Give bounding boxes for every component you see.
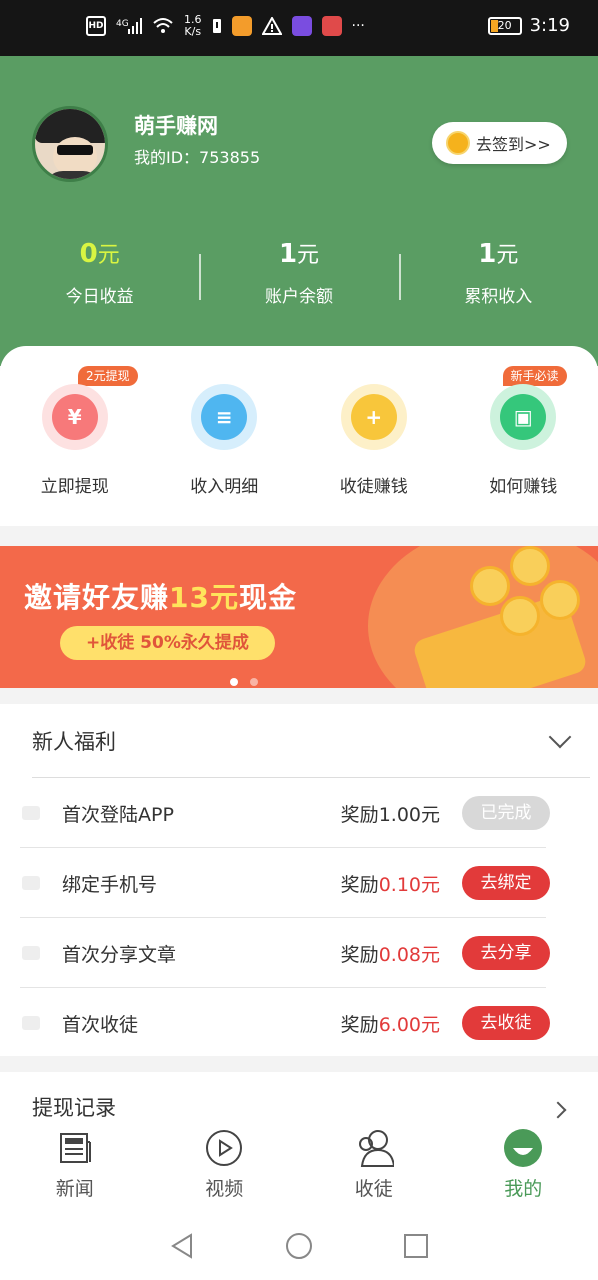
status-bar: HD 4G 1.6 K/s ··· 20 3:19 [0, 0, 598, 56]
chevron-down-icon[interactable] [548, 725, 572, 748]
stat-today-earnings[interactable]: 0元 今日收益 [0, 236, 199, 307]
stat-total-income[interactable]: 1元 累积收入 [398, 236, 598, 307]
invite-banner[interactable]: 邀请好友赚13元现金 +收徒 50%永久提成 [0, 546, 598, 688]
network-speed: 1.6 K/s [184, 13, 202, 38]
document-icon: ≡ [191, 384, 258, 450]
username: 萌手赚网 [134, 114, 218, 138]
tab-mine[interactable]: 我的 [449, 1120, 598, 1212]
back-icon[interactable] [169, 1232, 195, 1260]
task-row: 首次收徒 奖励6.00元 去收徒 [20, 988, 550, 1058]
banner-title: 邀请好友赚13元现金 [24, 581, 297, 614]
clock: 3:19 [529, 15, 570, 36]
svg-text:4G: 4G [116, 19, 129, 29]
tab-recruit[interactable]: 收徒 [299, 1120, 449, 1212]
more-notifications-icon: ··· [351, 18, 365, 34]
users-icon [354, 1128, 394, 1168]
bottom-tab-bar: 新闻 视频 收徒 我的 [0, 1120, 598, 1212]
home-icon[interactable] [285, 1232, 313, 1260]
yen-icon: ¥ [41, 384, 108, 450]
app-notification-icon [231, 16, 252, 36]
shortcut-income-detail[interactable]: ≡ 收入明细 [150, 346, 300, 526]
shortcut-recruit[interactable]: + 收徒赚钱 [299, 346, 449, 526]
bullet-icon [22, 876, 40, 890]
signin-button[interactable]: 去签到>> [432, 122, 567, 164]
share-button[interactable]: 去分享 [462, 936, 550, 970]
task-row: 首次分享文章 奖励0.08元 去分享 [20, 918, 550, 988]
bullet-icon [22, 946, 40, 960]
user-id: 我的ID：753855 [134, 148, 261, 167]
tab-video[interactable]: 视频 [150, 1120, 300, 1212]
newspaper-icon [55, 1128, 95, 1168]
carousel-dot[interactable] [230, 678, 238, 686]
sim-alert-icon [212, 19, 221, 33]
stat-account-balance[interactable]: 1元 账户余额 [199, 236, 398, 307]
signin-label: 去签到>> [476, 135, 551, 154]
stats-row: 0元 今日收益 1元 账户余额 1元 累积收入 [0, 236, 598, 307]
banner-pill: +收徒 50%永久提成 [60, 626, 275, 660]
coin-illustration [500, 596, 540, 636]
withdraw-badge: 2元提现 [78, 366, 138, 386]
smile-icon [503, 1128, 543, 1168]
coin-illustration [470, 566, 510, 606]
wifi-icon [153, 18, 173, 33]
shortcut-withdraw[interactable]: 2元提现 ¥ 立即提现 [0, 346, 150, 526]
bullet-icon [22, 1016, 40, 1030]
bind-phone-button[interactable]: 去绑定 [462, 866, 550, 900]
carousel-dot[interactable] [250, 678, 258, 686]
recruit-button[interactable]: 去收徒 [462, 1006, 550, 1040]
coin-icon [446, 131, 470, 155]
bullet-icon [22, 806, 40, 820]
withdraw-record-title: 提现记录 [32, 1096, 116, 1120]
warning-icon [261, 17, 282, 35]
newbie-welfare-section: 新人福利 首次登陆APP 奖励1.00元 已完成 绑定手机号 奖励0.10元 去… [0, 704, 598, 1056]
shortcut-grid: 2元提现 ¥ 立即提现 ≡ 收入明细 + 收徒赚钱 新手必读 ▣ 如何赚钱 [0, 346, 598, 526]
task-row: 首次登陆APP 奖励1.00元 已完成 [20, 778, 550, 848]
recents-icon[interactable] [403, 1233, 429, 1259]
play-circle-icon [204, 1128, 244, 1168]
hd-icon: HD [86, 16, 106, 36]
coin-illustration [540, 580, 580, 620]
welfare-header[interactable]: 新人福利 [32, 704, 590, 778]
task-completed-button: 已完成 [462, 796, 550, 830]
task-row: 绑定手机号 奖励0.10元 去绑定 [20, 848, 550, 918]
shortcut-how-to-earn[interactable]: 新手必读 ▣ 如何赚钱 [449, 346, 598, 526]
signal-icon: 4G [116, 18, 142, 34]
newbie-badge: 新手必读 [502, 366, 567, 386]
system-nav-bar [0, 1212, 598, 1280]
avatar[interactable] [32, 106, 108, 182]
app-notification-icon [321, 16, 342, 36]
profile-header [0, 56, 598, 366]
coin-illustration [510, 546, 550, 586]
app-notification-icon [291, 16, 312, 36]
chevron-right-icon [549, 1101, 567, 1119]
battery-icon: 20 [487, 16, 522, 35]
wallet-icon: ▣ [490, 384, 557, 450]
tab-news[interactable]: 新闻 [0, 1120, 150, 1212]
add-user-icon: + [340, 384, 407, 450]
welfare-title: 新人福利 [32, 729, 116, 754]
